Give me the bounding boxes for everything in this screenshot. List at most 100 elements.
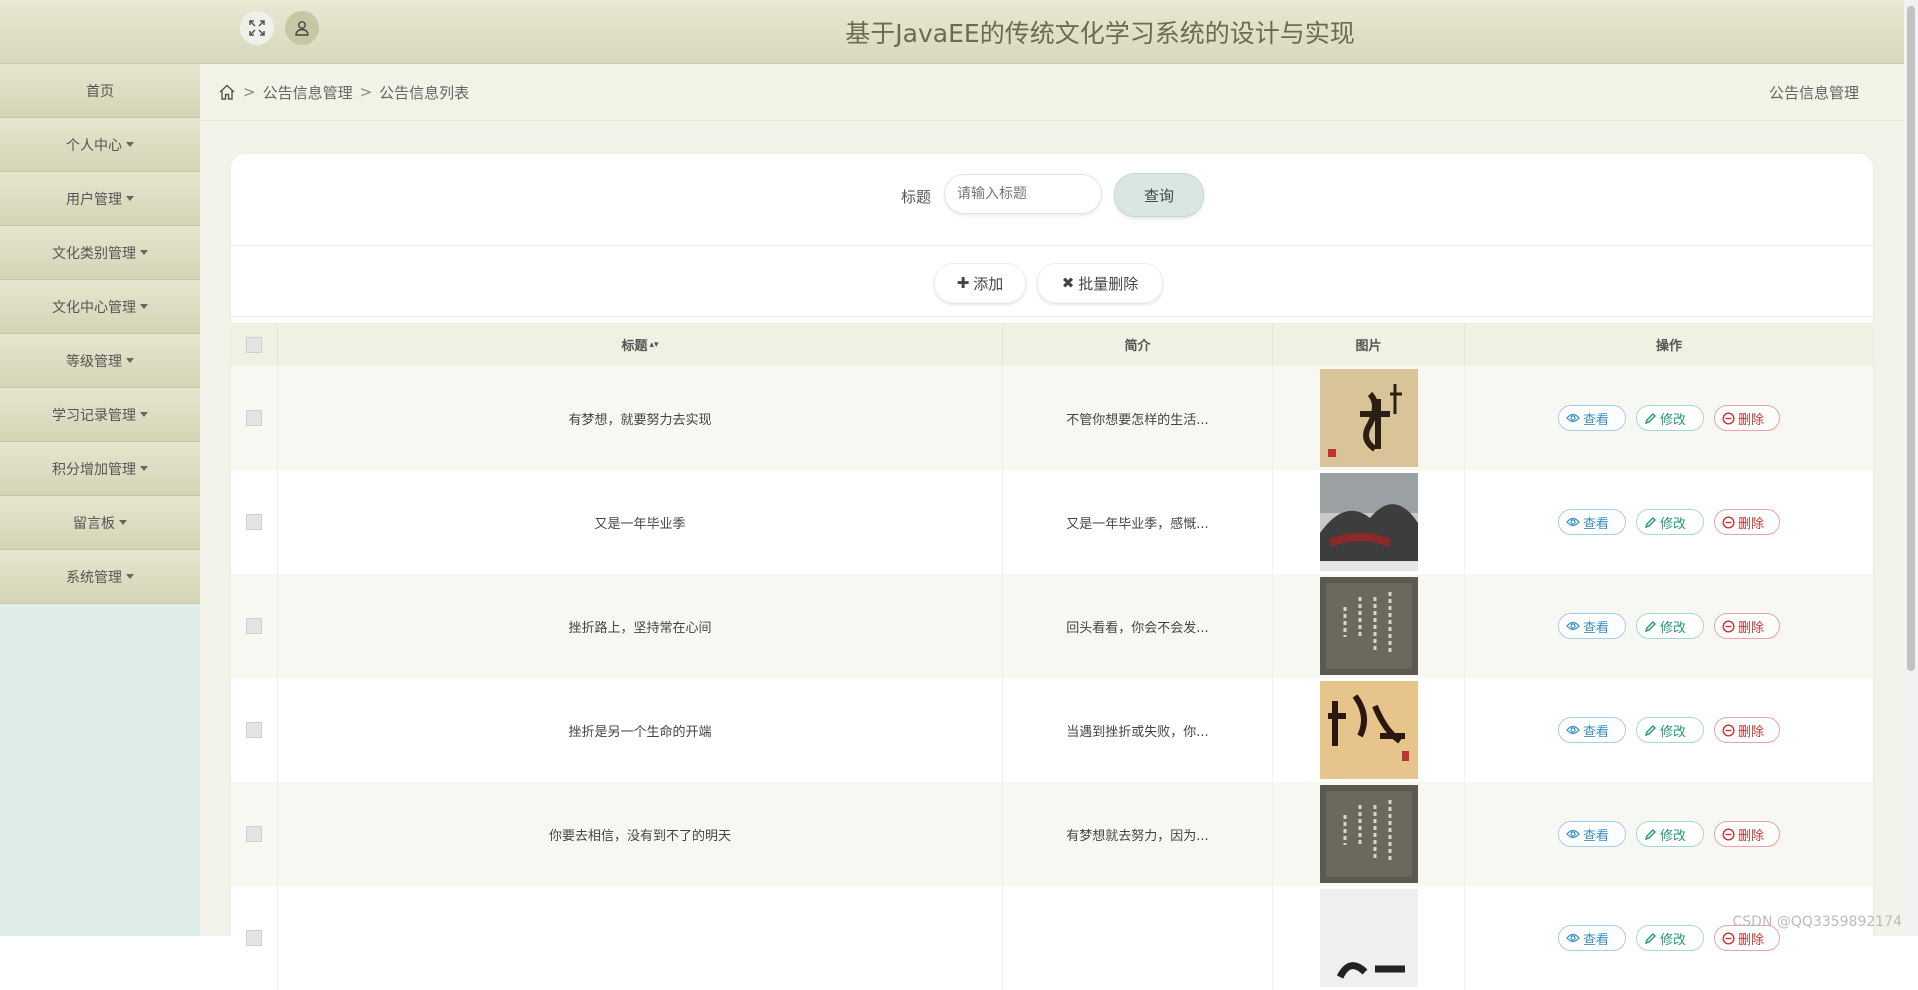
- thumbnail-image: [1319, 785, 1418, 883]
- sidebar-item-3[interactable]: 文化类别管理: [0, 226, 200, 280]
- row-intro: 又是一年毕业季，感慨...: [1066, 516, 1209, 532]
- row-title: 挫折路上，坚持常在心间: [568, 620, 712, 636]
- title-cell: [278, 886, 1003, 990]
- table-row: 查看 修改 删除: [231, 886, 1873, 990]
- caret-down-icon: [126, 142, 134, 147]
- intro-cell: 有梦想就去努力，因为...: [1003, 782, 1273, 886]
- add-button[interactable]: ✚ 添加: [934, 263, 1026, 303]
- image-cell: [1273, 574, 1465, 678]
- intro-cell: 回头看看，你会不会发...: [1003, 574, 1273, 678]
- title-cell: 挫折路上，坚持常在心间: [278, 574, 1003, 678]
- title-search-input[interactable]: [944, 174, 1102, 214]
- sidebar-item-9[interactable]: 系统管理: [0, 550, 200, 604]
- delete-button[interactable]: 删除: [1714, 509, 1780, 535]
- column-title-label: 标题: [621, 339, 648, 354]
- sidebar-item-7[interactable]: 积分增加管理: [0, 442, 200, 496]
- title-cell: 你要去相信，没有到不了的明天: [278, 782, 1003, 886]
- view-button[interactable]: 查看: [1558, 821, 1626, 847]
- cross-icon: ✖: [1061, 274, 1075, 292]
- edit-button[interactable]: 修改: [1636, 613, 1704, 639]
- sidebar: 首页 个人中心 用户管理 文化类别管理 文化中心管理 等级管理 学习记录管理积分增加管理 留言…: [0, 64, 200, 936]
- delete-button[interactable]: 删除: [1714, 717, 1780, 743]
- view-button[interactable]: 查看: [1558, 925, 1626, 951]
- batch-delete-button[interactable]: ✖ 批量删除: [1037, 263, 1163, 303]
- plus-icon: ✚: [956, 274, 970, 292]
- row-checkbox[interactable]: [246, 618, 262, 634]
- eye-icon: [1566, 413, 1580, 423]
- row-select-cell: [231, 470, 278, 574]
- search-button[interactable]: 查询: [1114, 173, 1204, 217]
- sidebar-item-label: 系统管理: [66, 569, 122, 586]
- row-checkbox[interactable]: [246, 826, 262, 842]
- search-bar: 标题 查询: [231, 154, 1873, 246]
- home-icon[interactable]: [218, 83, 236, 101]
- edit-button[interactable]: 修改: [1636, 405, 1704, 431]
- view-button-label: 查看: [1583, 932, 1610, 948]
- column-intro-label: 简介: [1124, 339, 1151, 354]
- edit-button[interactable]: 修改: [1636, 821, 1704, 847]
- view-button[interactable]: 查看: [1558, 509, 1626, 535]
- edit-button[interactable]: 修改: [1636, 925, 1704, 951]
- sidebar-item-5[interactable]: 等级管理: [0, 334, 200, 388]
- row-checkbox[interactable]: [246, 410, 262, 426]
- view-button-label: 查看: [1583, 620, 1610, 636]
- sidebar-item-2[interactable]: 用户管理: [0, 172, 200, 226]
- edit-button[interactable]: 修改: [1636, 509, 1704, 535]
- view-button[interactable]: 查看: [1558, 613, 1626, 639]
- delete-button-label: 删除: [1738, 724, 1765, 740]
- eye-icon: [1566, 517, 1580, 527]
- ops-cell: 查看 修改 删除: [1465, 470, 1873, 574]
- select-all-checkbox[interactable]: [246, 336, 262, 353]
- sidebar-item-label: 积分增加管理: [52, 461, 136, 478]
- page-scrollbar[interactable]: [1904, 0, 1918, 936]
- pencil-icon: [1644, 412, 1656, 424]
- user-menu-button[interactable]: [285, 11, 319, 45]
- scrollbar-thumb[interactable]: [1907, 6, 1915, 671]
- row-select-cell: [231, 886, 278, 990]
- row-select-cell: [231, 678, 278, 782]
- sidebar-item-1[interactable]: 个人中心: [0, 118, 200, 172]
- caret-down-icon: [140, 250, 148, 255]
- sidebar-item-4[interactable]: 文化中心管理: [0, 280, 200, 334]
- column-image: 图片: [1273, 323, 1465, 366]
- sidebar-item-6[interactable]: 学习记录管理: [0, 388, 200, 442]
- intro-cell: 又是一年毕业季，感慨...: [1003, 470, 1273, 574]
- row-checkbox[interactable]: [246, 514, 262, 530]
- delete-button-label: 删除: [1738, 620, 1765, 636]
- row-checkbox[interactable]: [246, 930, 262, 946]
- sort-icon[interactable]: ▴▾: [649, 340, 658, 350]
- row-checkbox[interactable]: [246, 722, 262, 738]
- table-row: 有梦想，就要努力去实现 不管你想要怎样的生活... 查看 修改 删除: [231, 366, 1873, 470]
- view-button[interactable]: 查看: [1558, 405, 1626, 431]
- view-button-label: 查看: [1583, 516, 1610, 532]
- breadcrumb-separator: >: [243, 83, 256, 101]
- breadcrumb-item-announcement-management[interactable]: 公告信息管理: [263, 82, 353, 103]
- thumbnail-image: [1319, 473, 1418, 571]
- delete-button-label: 删除: [1738, 516, 1765, 532]
- caret-down-icon: [119, 520, 127, 525]
- eye-icon: [1566, 933, 1580, 943]
- image-cell: [1273, 678, 1465, 782]
- thumbnail-image: [1319, 577, 1418, 675]
- edit-button[interactable]: 修改: [1636, 717, 1704, 743]
- delete-button[interactable]: 删除: [1714, 613, 1780, 639]
- sidebar-item-label: 留言板: [73, 515, 115, 532]
- column-ops: 操作: [1465, 323, 1873, 366]
- delete-button[interactable]: 删除: [1714, 405, 1780, 431]
- delete-button[interactable]: 删除: [1714, 821, 1780, 847]
- eye-icon: [1566, 621, 1580, 631]
- minus-circle-icon: [1722, 931, 1735, 945]
- column-title[interactable]: 标题 ▴▾: [278, 323, 1003, 366]
- pencil-icon: [1644, 724, 1656, 736]
- sidebar-item-8[interactable]: 留言板: [0, 496, 200, 550]
- image-cell: [1273, 782, 1465, 886]
- ops-cell: 查看 修改 删除: [1465, 678, 1873, 782]
- fullscreen-toggle-button[interactable]: [240, 11, 274, 45]
- breadcrumb-item-announcement-list: 公告信息列表: [379, 83, 470, 102]
- view-button[interactable]: 查看: [1558, 717, 1626, 743]
- top-header: 基于JavaEE的传统文化学习系统的设计与实现: [0, 0, 1918, 64]
- ops-cell: 查看 修改 删除: [1465, 366, 1873, 470]
- edit-button-label: 修改: [1660, 724, 1687, 740]
- sidebar-item-0[interactable]: 首页: [0, 64, 200, 118]
- title-cell: 有梦想，就要努力去实现: [278, 366, 1003, 470]
